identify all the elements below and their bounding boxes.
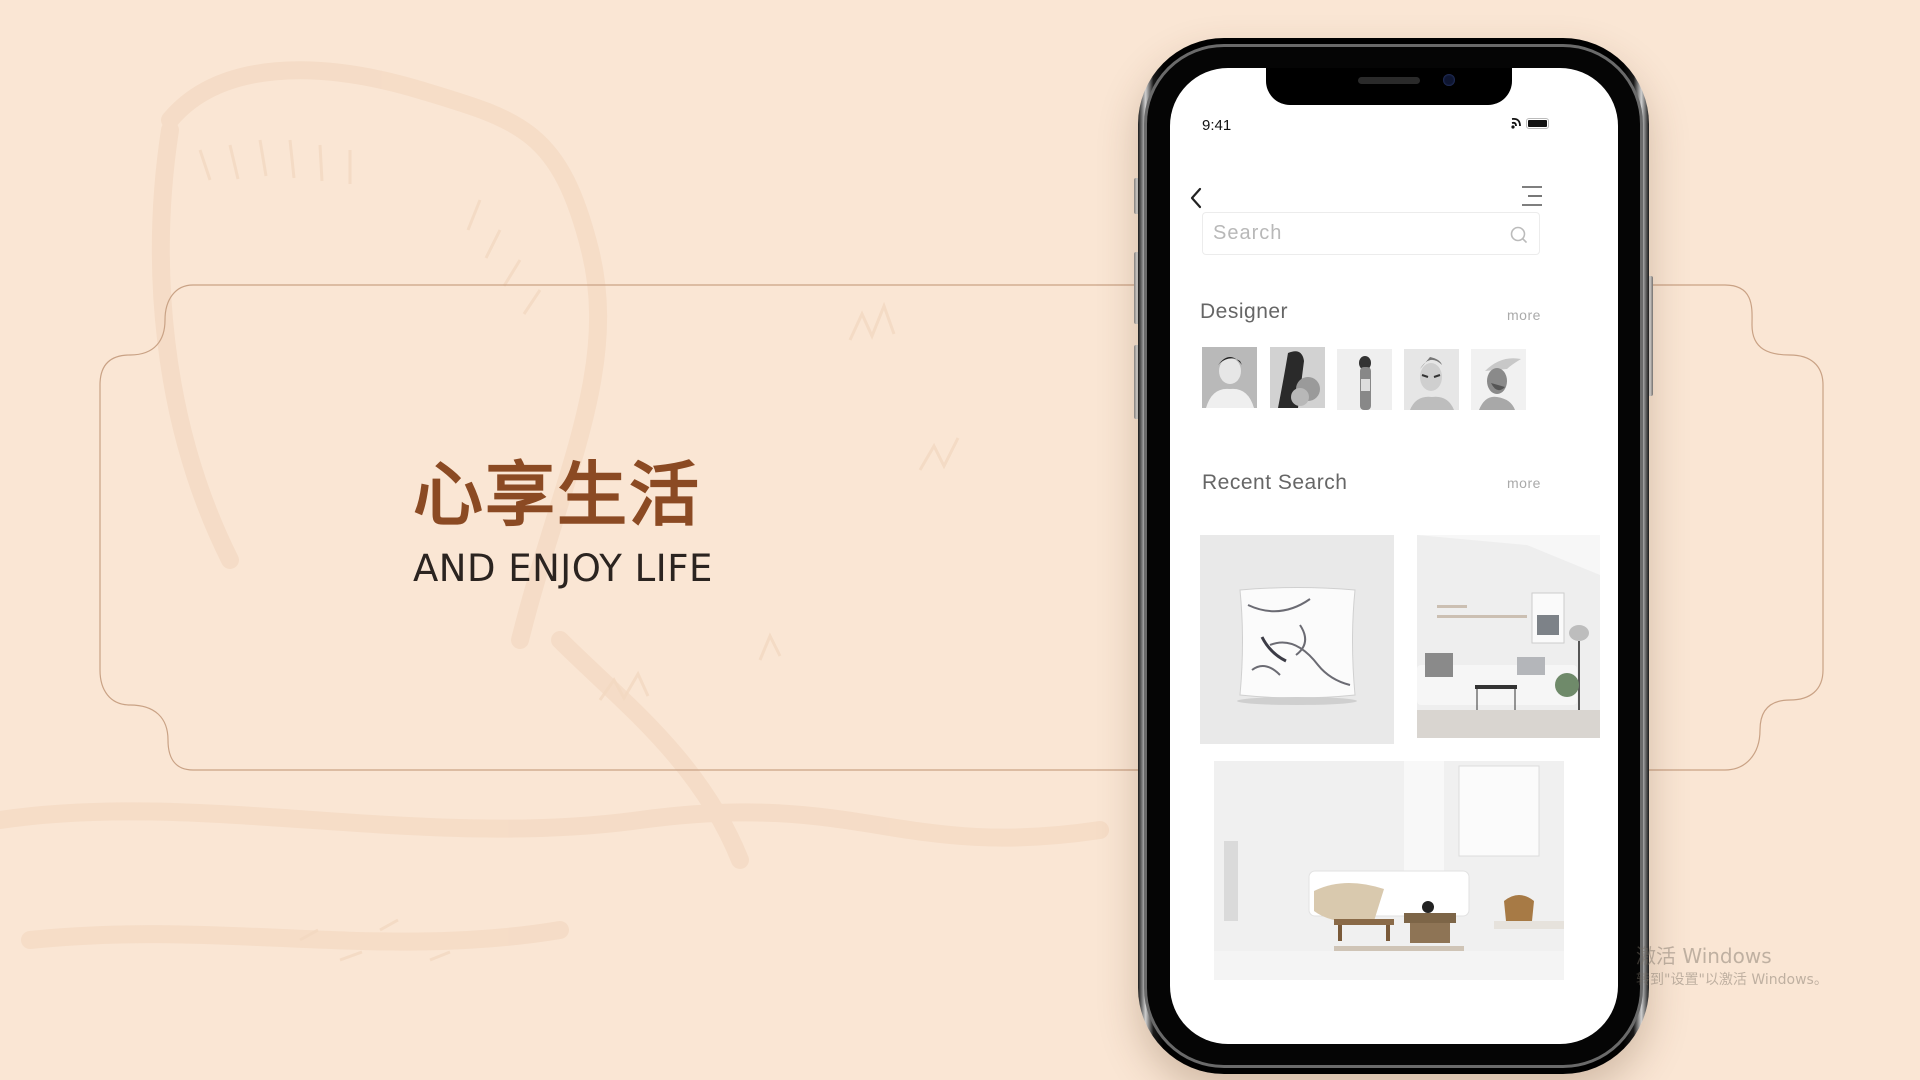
recent-search-section-title: Recent Search	[1202, 471, 1348, 494]
designer-avatar[interactable]	[1270, 347, 1325, 408]
search-bar[interactable]	[1202, 212, 1540, 255]
phone-mockup: 9:41 Designer more	[1138, 38, 1649, 1074]
status-time: 9:41	[1202, 117, 1232, 134]
phone-screen: 9:41 Designer more	[1170, 68, 1618, 1044]
recent-search-item-white-living-room[interactable]	[1214, 761, 1564, 980]
watermark-title: 激活 Windows	[1636, 944, 1772, 968]
recent-search-item-marble-pillow[interactable]	[1200, 535, 1394, 744]
designer-avatar[interactable]	[1337, 349, 1392, 410]
recent-search-more-link[interactable]: more	[1507, 475, 1541, 491]
designer-avatar[interactable]	[1404, 349, 1459, 410]
search-input[interactable]	[1213, 213, 1493, 254]
speaker-grille	[1358, 77, 1420, 84]
chevron-left-icon[interactable]	[1188, 186, 1206, 210]
battery-icon	[1526, 118, 1549, 129]
designer-avatar[interactable]	[1202, 347, 1257, 408]
wifi-icon	[1511, 117, 1521, 129]
windows-activation-watermark: 激活 Windows 转到"设置"以激活 Windows。	[1636, 944, 1828, 990]
designer-avatar[interactable]	[1471, 349, 1526, 410]
slide-title-chinese: 心享生活	[413, 454, 701, 536]
designer-section-title: Designer	[1200, 300, 1289, 323]
menu-icon[interactable]	[1520, 184, 1544, 208]
search-icon[interactable]	[1509, 225, 1529, 245]
phone-notch	[1266, 68, 1512, 105]
front-camera	[1443, 74, 1455, 86]
designer-more-link[interactable]: more	[1507, 307, 1541, 323]
slide-title-block: 心享生活 AND ENJOY LIFE	[413, 455, 713, 591]
watermark-subtitle: 转到"设置"以激活 Windows。	[1636, 972, 1828, 988]
recent-search-item-living-room-sofa[interactable]	[1417, 535, 1600, 738]
slide-subtitle-english: AND ENJOY LIFE	[413, 547, 713, 590]
